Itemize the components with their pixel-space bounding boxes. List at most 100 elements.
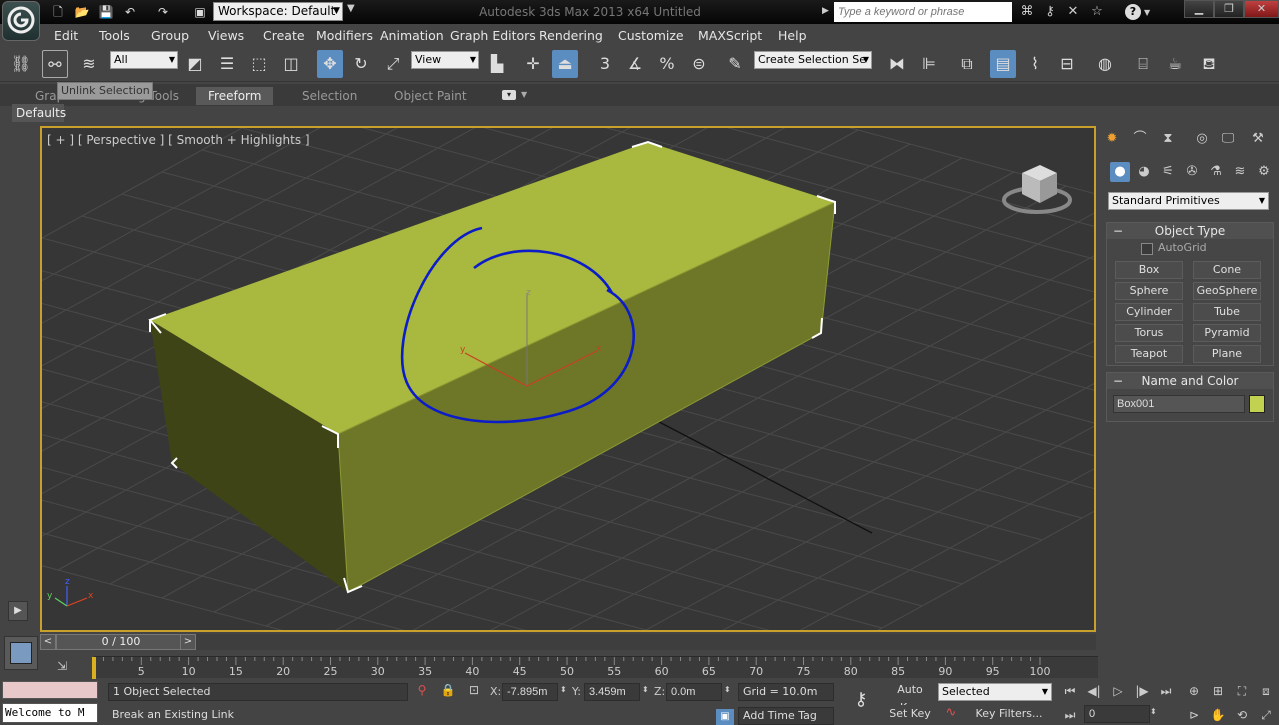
- ribbon-options-icon[interactable]: ▾: [502, 90, 516, 100]
- render-frame-window-icon[interactable]: ☕: [1162, 50, 1188, 78]
- field-of-view-icon[interactable]: ⊳: [1184, 705, 1204, 725]
- add-time-tag-field[interactable]: Add Time Tag: [738, 707, 834, 725]
- render-production-icon[interactable]: ⛾: [1196, 50, 1222, 78]
- align-icon[interactable]: ⊫: [916, 50, 942, 78]
- chevron-down-icon[interactable]: ▼: [521, 90, 527, 99]
- next-key-icon[interactable]: |▶: [1132, 681, 1152, 701]
- angle-snap-icon[interactable]: ∡: [622, 50, 648, 78]
- app-menu-button[interactable]: [2, 1, 40, 41]
- sphere-button[interactable]: Sphere: [1115, 282, 1183, 300]
- minimize-button[interactable]: ▁: [1184, 0, 1214, 18]
- percent-snap-icon[interactable]: %: [654, 50, 680, 78]
- tangent-icon[interactable]: ∿: [940, 705, 962, 725]
- z-spinner-icon[interactable]: ⬍: [724, 685, 731, 694]
- keyboard-shortcut-override-icon[interactable]: ⏏: [552, 50, 578, 78]
- menu-maxscript[interactable]: MAXScript: [698, 27, 762, 45]
- plane-button[interactable]: Plane: [1193, 345, 1261, 363]
- name-and-color-header[interactable]: − Name and Color: [1107, 373, 1273, 389]
- pan-hand-icon[interactable]: ✋: [1208, 705, 1228, 725]
- play-icon[interactable]: ▷: [1108, 681, 1128, 701]
- primitives-dropdown[interactable]: Standard Primitives ▼: [1108, 192, 1269, 210]
- box-button[interactable]: Box: [1115, 261, 1183, 279]
- menu-edit[interactable]: Edit: [54, 27, 78, 45]
- go-to-end-icon[interactable]: ⏭: [1156, 681, 1176, 701]
- z-coordinate-field[interactable]: [666, 683, 722, 701]
- open-file-icon[interactable]: 📂: [74, 4, 90, 20]
- geosphere-button[interactable]: GeoSphere: [1193, 282, 1261, 300]
- systems-icon[interactable]: ⚙: [1254, 162, 1274, 182]
- curve-editor-icon[interactable]: ⌇: [1022, 50, 1048, 78]
- quick-access-menu-icon[interactable]: ▼: [347, 3, 355, 14]
- binoculars-icon[interactable]: ⌘: [1018, 3, 1036, 21]
- modify-tab-icon[interactable]: ⌒: [1130, 129, 1150, 149]
- selection-filter-dropdown[interactable]: All ▼: [110, 51, 178, 69]
- named-selection-dropdown[interactable]: Create Selection Se ▼: [754, 51, 872, 69]
- expand-search-icon[interactable]: ▶: [822, 6, 829, 16]
- tab-selection[interactable]: Selection: [302, 87, 357, 105]
- menu-views[interactable]: Views: [208, 27, 244, 45]
- current-frame-field[interactable]: [1084, 705, 1150, 723]
- mirror-icon[interactable]: ⧓: [884, 50, 910, 78]
- tab-freeform[interactable]: Freeform: [196, 87, 274, 105]
- motion-tab-icon[interactable]: ◎: [1192, 129, 1212, 149]
- menu-create[interactable]: Create: [263, 27, 305, 45]
- lock-icon[interactable]: 🔒: [440, 683, 456, 701]
- hierarchy-tab-icon[interactable]: ⧗: [1158, 129, 1178, 149]
- defaults-label[interactable]: Defaults: [12, 104, 66, 122]
- select-object-icon[interactable]: ◩: [182, 50, 208, 78]
- viewport-label-menu[interactable]: [ + ] [ Perspective ] [ Smooth + Highlig…: [47, 133, 310, 147]
- previous-key-icon[interactable]: ◀|: [1084, 681, 1104, 701]
- expand-panel-icon[interactable]: ▶: [8, 601, 28, 621]
- orbit-icon[interactable]: ⟲: [1232, 705, 1252, 725]
- snaps-toggle-icon[interactable]: 3: [592, 50, 618, 78]
- cylinder-button[interactable]: Cylinder: [1115, 303, 1183, 321]
- workspace-dropdown[interactable]: Workspace: Default: [213, 2, 343, 21]
- restore-button[interactable]: ❐: [1214, 0, 1244, 18]
- help-icon[interactable]: ?: [1124, 3, 1142, 21]
- helpers-icon[interactable]: ⚗: [1206, 162, 1226, 182]
- maxscript-mini-listener[interactable]: [2, 681, 98, 699]
- menu-animation[interactable]: Animation: [380, 27, 444, 45]
- material-editor-icon[interactable]: ◍: [1092, 50, 1118, 78]
- go-to-start-icon[interactable]: ⏮: [1060, 681, 1080, 701]
- absolute-mode-icon[interactable]: ⊡: [466, 683, 482, 701]
- open-mini-curve-editor-icon[interactable]: ⇲: [52, 656, 72, 676]
- save-icon[interactable]: 💾: [98, 4, 114, 20]
- key-mode-toggle-icon[interactable]: ⏭: [1060, 705, 1080, 725]
- torus-button[interactable]: Torus: [1115, 324, 1183, 342]
- schematic-view-icon[interactable]: ⊟: [1054, 50, 1080, 78]
- isolate-selection-icon[interactable]: ⚲: [414, 683, 430, 701]
- tube-button[interactable]: Tube: [1193, 303, 1261, 321]
- x-coordinate-field[interactable]: [502, 683, 558, 701]
- lights-icon[interactable]: ⚟: [1158, 162, 1178, 182]
- previous-frame-icon[interactable]: <: [40, 634, 56, 650]
- set-keys-key-icon[interactable]: ⚷: [846, 689, 876, 715]
- set-key-button[interactable]: Set Key: [886, 705, 934, 725]
- select-and-manipulate-icon[interactable]: ✛: [520, 50, 546, 78]
- time-slider-thumb[interactable]: 0 / 100: [56, 634, 186, 650]
- cameras-icon[interactable]: ✇: [1182, 162, 1202, 182]
- zoom-extents-all-icon[interactable]: ⧈: [1256, 681, 1276, 701]
- select-and-link-icon[interactable]: ⛓: [8, 50, 34, 78]
- render-setup-icon[interactable]: ⌸: [1130, 50, 1156, 78]
- zoom-extents-icon[interactable]: ⛶: [1232, 681, 1252, 701]
- redo-icon[interactable]: ↷: [155, 4, 171, 20]
- undo-icon[interactable]: ↶: [122, 4, 138, 20]
- cone-button[interactable]: Cone: [1193, 261, 1261, 279]
- menu-graph-editors[interactable]: Graph Editors: [450, 27, 536, 45]
- subscription-key-icon[interactable]: ⚷: [1041, 3, 1059, 21]
- time-slider[interactable]: < 0 / 100 >: [40, 634, 1096, 650]
- menu-group[interactable]: Group: [151, 27, 189, 45]
- maxscript-listener-output[interactable]: Welcome to M: [2, 703, 98, 723]
- project-folder-icon[interactable]: ▣: [192, 4, 208, 20]
- spinner-snap-icon[interactable]: ⊜: [686, 50, 712, 78]
- object-color-swatch[interactable]: [1249, 395, 1265, 413]
- y-coordinate-field[interactable]: [584, 683, 640, 701]
- autogrid-checkbox[interactable]: [1141, 243, 1153, 255]
- select-and-scale-icon[interactable]: ⤢: [380, 50, 406, 78]
- zoom-icon[interactable]: ⊕: [1184, 681, 1204, 701]
- layer-manager-icon[interactable]: ⧉: [954, 50, 980, 78]
- pyramid-button[interactable]: Pyramid: [1193, 324, 1261, 342]
- utilities-tab-icon[interactable]: ⚒: [1248, 129, 1268, 149]
- menu-customize[interactable]: Customize: [618, 27, 684, 45]
